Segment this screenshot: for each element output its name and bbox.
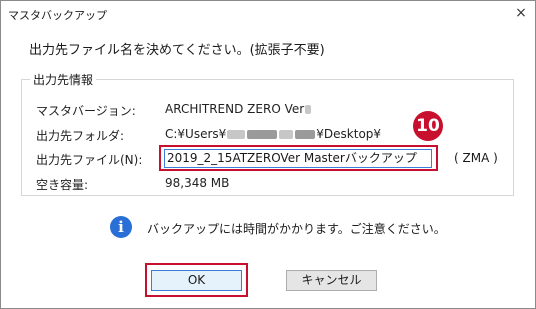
redacted-text [305, 105, 312, 114]
info-icon: i [110, 216, 132, 238]
instruction-text: 出力先ファイル名を決めてください。(拡張子不要) [29, 43, 325, 58]
group-legend: 出力先情報 [30, 71, 97, 88]
master-version-label: マスタバージョン: [36, 104, 136, 118]
title-bar: マスタバックアップ × [1, 1, 535, 27]
info-message: バックアップには時間がかかります。ご注意ください。 [147, 222, 446, 236]
free-space-label: 空き容量: [36, 178, 89, 192]
master-version-value: ARCHITREND ZERO Ver [165, 102, 312, 116]
output-folder-suffix: ¥Desktop¥ [316, 127, 382, 141]
output-folder-label: 出力先フォルダ: [36, 129, 125, 143]
redacted-text [279, 130, 294, 139]
redacted-text [295, 130, 316, 139]
step-badge: 10 [413, 111, 443, 141]
output-folder-value: C:¥Users¥ ¥Desktop¥ [165, 127, 381, 141]
close-icon[interactable]: × [513, 4, 529, 22]
output-file-label: 出力先ファイル(N): [36, 153, 143, 167]
redacted-text [227, 130, 246, 139]
cancel-button[interactable]: キャンセル [286, 270, 377, 291]
output-file-input[interactable]: 2019_2_15ATZEROVer Masterバックアップ [164, 149, 432, 168]
master-version-text: ARCHITREND ZERO Ver [165, 102, 305, 116]
redacted-text [247, 130, 278, 139]
free-space-value: 98,348 MB [165, 176, 230, 190]
ok-button[interactable]: OK [151, 270, 242, 291]
window-title: マスタバックアップ [8, 9, 107, 22]
file-extension: ( ZMA ) [454, 151, 498, 165]
output-folder-prefix: C:¥Users¥ [165, 127, 227, 141]
